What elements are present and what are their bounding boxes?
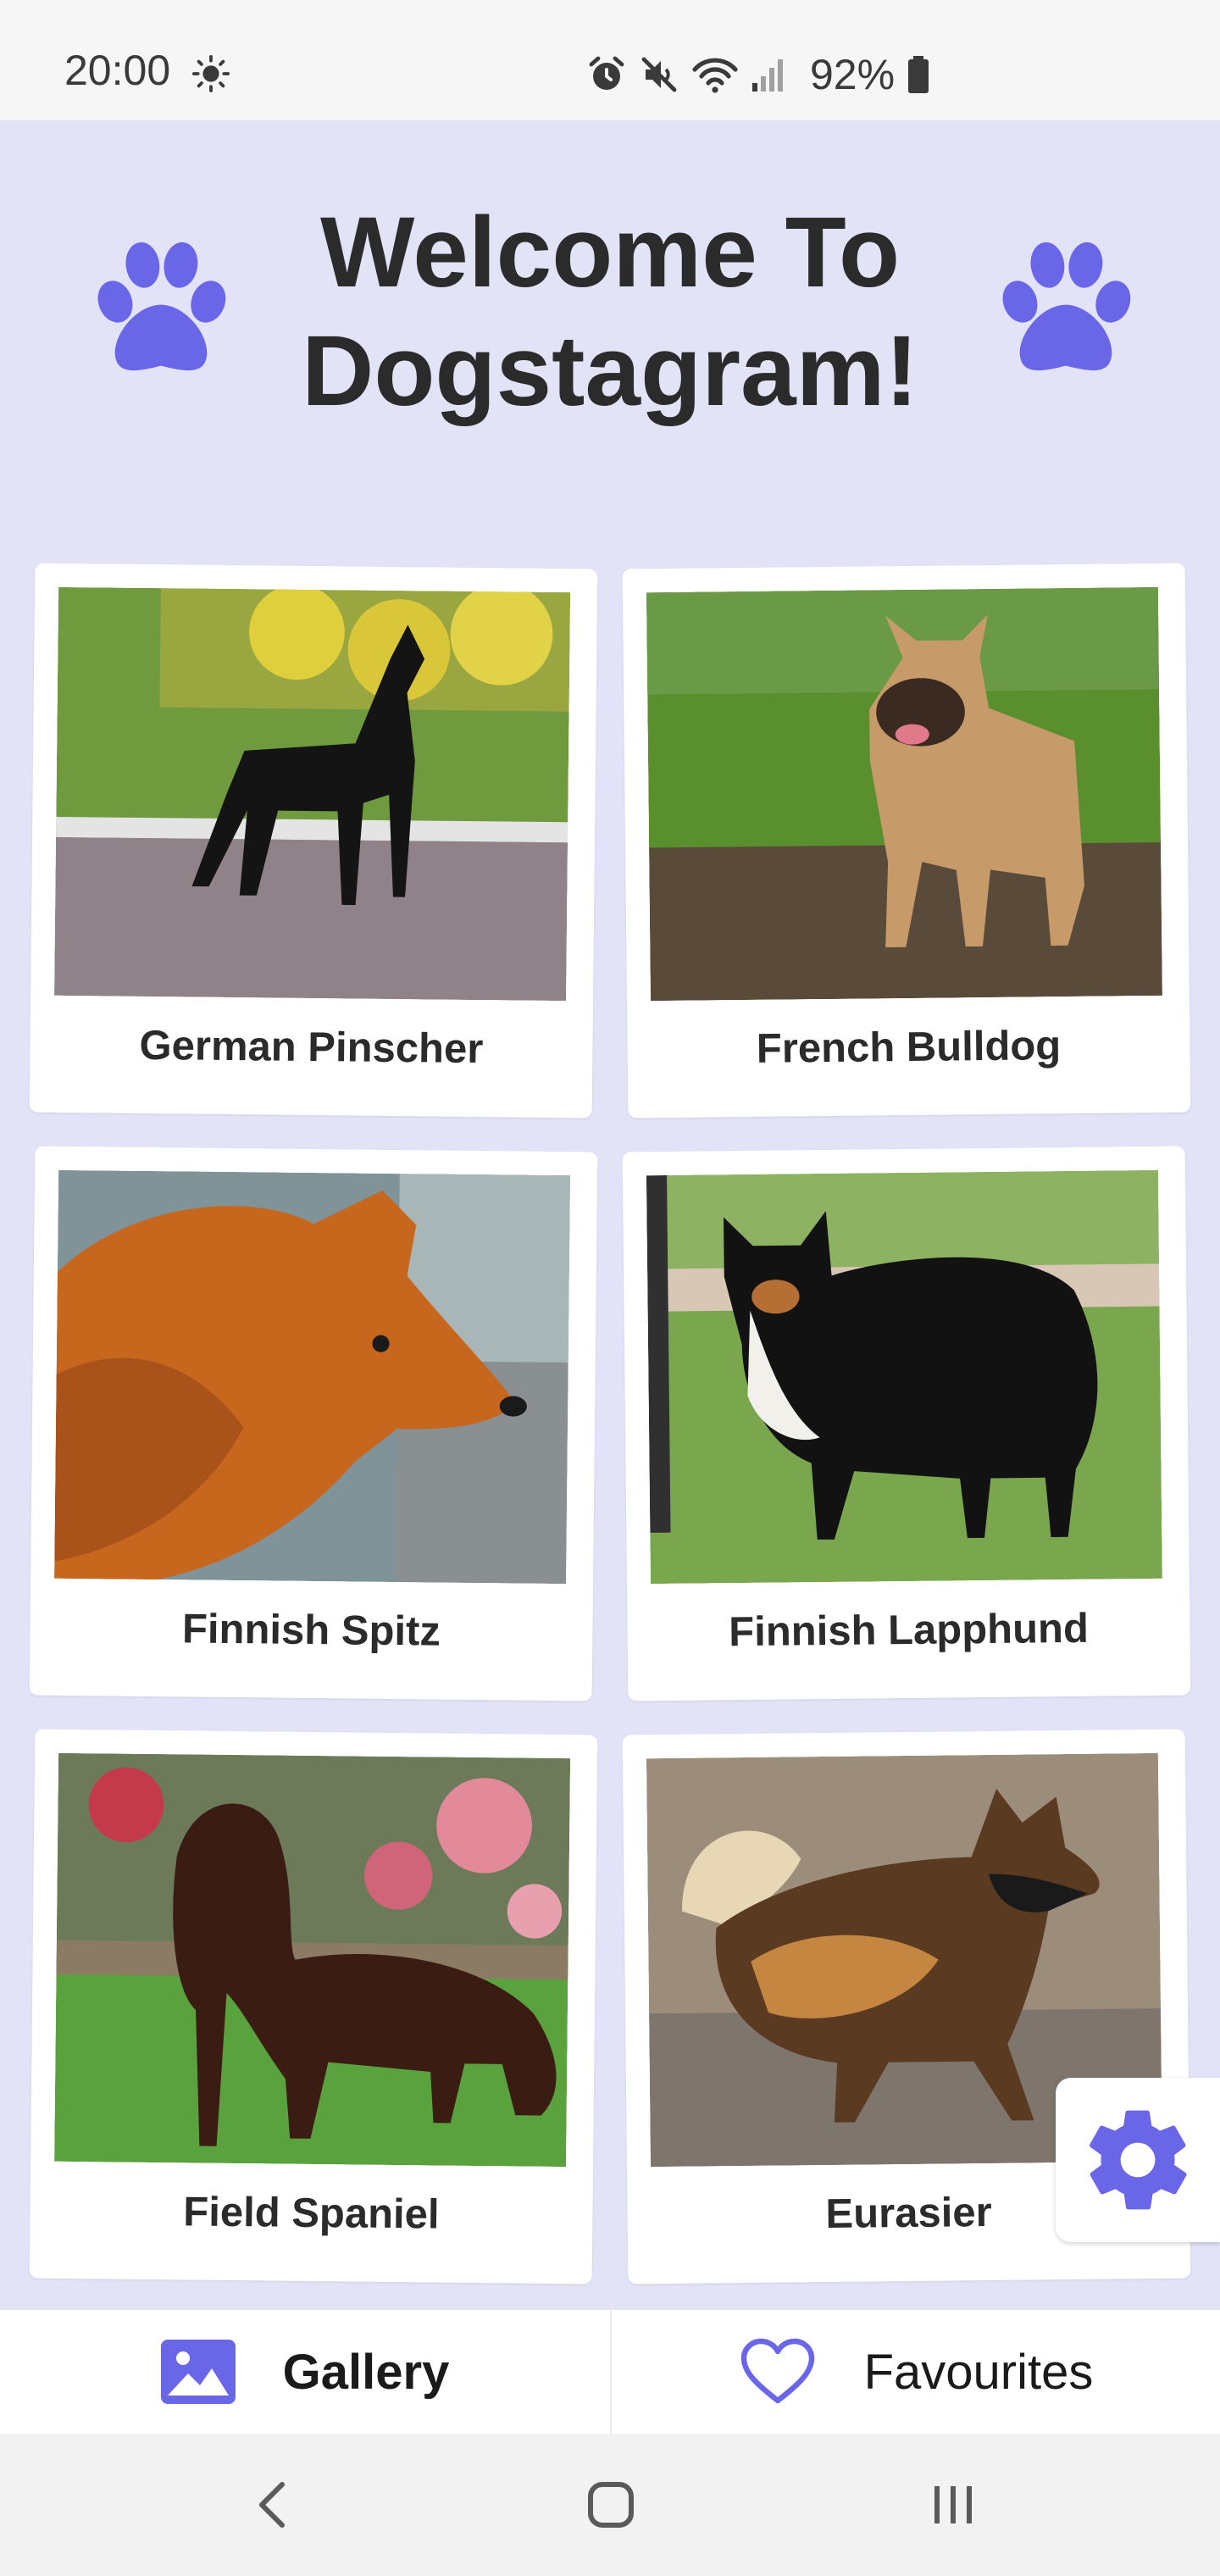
status-bar: 20:00 92%: [0, 0, 1220, 120]
wifi-icon: [692, 58, 738, 93]
title-line-2: Dogstagram!: [302, 315, 918, 427]
breed-photo: [646, 586, 1162, 1002]
brightness-icon: [191, 54, 230, 93]
breed-photo: [54, 1169, 571, 1585]
paw-icon: [97, 242, 226, 371]
back-button[interactable]: [234, 2469, 310, 2540]
back-icon: [259, 2482, 285, 2528]
recents-icon: [934, 2486, 972, 2523]
breed-name: Finnish Spitz: [181, 1606, 441, 1655]
title-line-1: Welcome To: [319, 197, 901, 308]
settings-button[interactable]: [1056, 2078, 1220, 2242]
system-nav-bar: [0, 2434, 1220, 2576]
breed-photo: [54, 586, 571, 1002]
home-icon: [588, 2482, 634, 2528]
mute-icon: [641, 57, 677, 92]
signal-icon: [752, 59, 783, 92]
bottom-tab-bar: Gallery Favourites: [0, 2308, 1220, 2434]
tab-favourites[interactable]: Favourites: [610, 2310, 1220, 2434]
breed-name: Finnish Lapphund: [728, 1605, 1090, 1656]
breed-name: Field Spaniel: [183, 2189, 440, 2238]
breed-card[interactable]: German Pinscher: [29, 563, 598, 1119]
breed-card[interactable]: French Bulldog: [622, 563, 1191, 1119]
breed-photo: [54, 1752, 571, 2168]
recents-button[interactable]: [915, 2469, 991, 2540]
breed-name: German Pinscher: [139, 1022, 484, 1073]
tab-gallery[interactable]: Gallery: [0, 2310, 610, 2434]
heart-icon: [740, 2338, 814, 2404]
breed-card[interactable]: Finnish Lapphund: [622, 1146, 1191, 1702]
breed-card[interactable]: Field Spaniel: [29, 1729, 598, 2285]
paw-icon: [1002, 242, 1131, 371]
battery-icon: [908, 56, 929, 93]
breed-name: French Bulldog: [756, 1023, 1062, 1072]
tab-favourites-label: Favourites: [863, 2344, 1094, 2400]
header: Welcome To Dogstagram!: [0, 120, 1220, 561]
battery-percent: 92%: [810, 51, 896, 98]
breed-photo: [646, 1169, 1162, 1585]
gear-icon: [1090, 2110, 1187, 2210]
status-time: 20:00: [64, 47, 171, 94]
tab-gallery-label: Gallery: [282, 2344, 450, 2400]
image-icon: [160, 2340, 236, 2404]
breed-card[interactable]: Finnish Spitz: [29, 1146, 598, 1702]
home-button[interactable]: [573, 2469, 649, 2540]
page-title: Welcome To Dogstagram!: [254, 193, 966, 430]
alarm-icon: [589, 56, 624, 90]
